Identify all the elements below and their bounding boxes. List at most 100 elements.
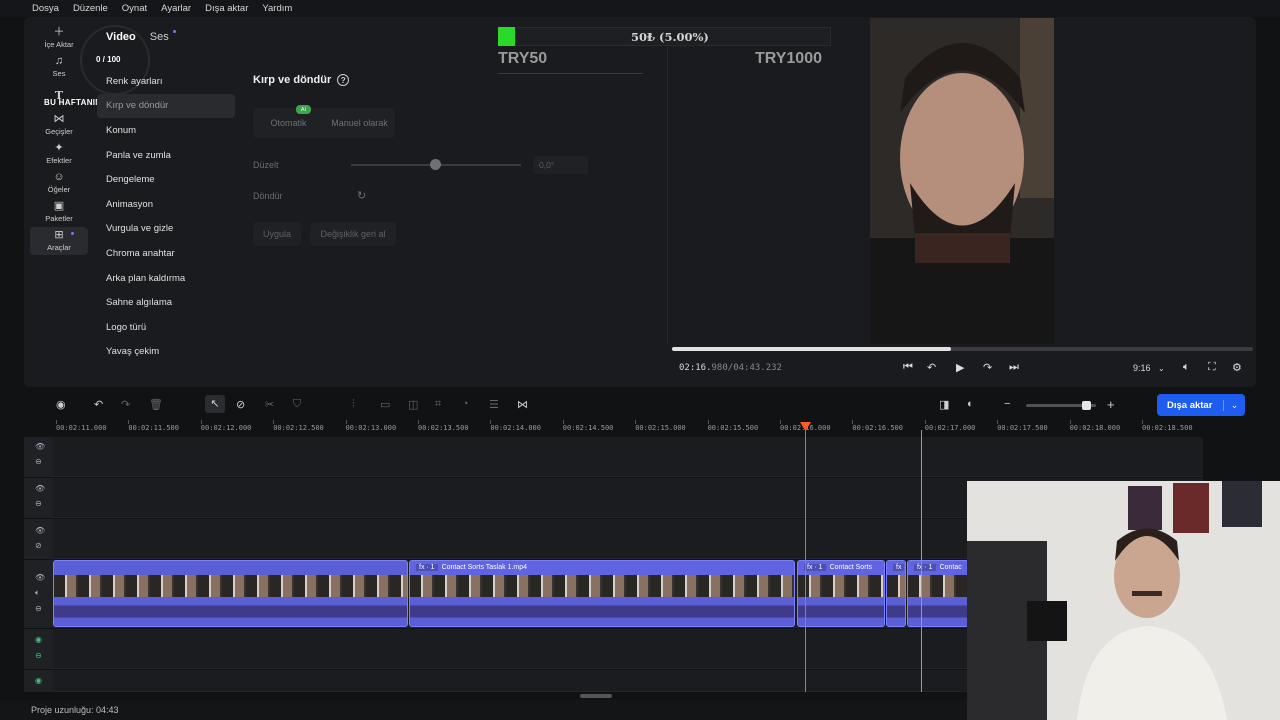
skip-forward-icon[interactable]: ⏭ (1009, 361, 1019, 374)
clip-name: Contact Sorts Taslak 1.mp4 (441, 564, 528, 571)
undo-icon[interactable]: ↶ (94, 398, 103, 411)
category-item[interactable]: Dengeleme (97, 167, 235, 192)
packages-button[interactable]: ▣ Paketler (30, 198, 88, 226)
fullscreen-icon[interactable]: ⛶ (1208, 361, 1216, 374)
step-back-icon[interactable]: ↶ (927, 361, 936, 374)
chevron-down-icon[interactable]: ⌄ (1223, 399, 1245, 411)
gear-icon[interactable]: ⚙ (1232, 361, 1242, 374)
link-icon[interactable]: ⊖ (35, 651, 42, 660)
mode-manual-button[interactable]: Manuel olarak (324, 118, 395, 128)
tab-audio[interactable]: Ses (150, 31, 169, 43)
menu-export[interactable]: Dışa aktar (205, 3, 248, 14)
step-forward-icon[interactable]: ↷ (983, 361, 992, 374)
transitions-button[interactable]: ⋈ Geçişler (30, 111, 88, 139)
video-clip[interactable]: fx (886, 560, 906, 627)
chevron-down-icon[interactable]: ⌄ (1158, 364, 1165, 373)
elements-button[interactable]: ☺ Öğeler (30, 169, 88, 197)
clip-thumbnails (908, 575, 968, 597)
audio-track-icon[interactable]: ◉ (35, 635, 42, 644)
play-icon[interactable]: ▶ (956, 361, 964, 374)
straighten-value-input[interactable]: 0,0° (533, 156, 588, 174)
category-item[interactable]: Panla ve zumla (97, 143, 235, 168)
menu-settings[interactable]: Ayarlar (161, 3, 191, 14)
speed-icon[interactable]: ◔ (462, 398, 469, 410)
category-item[interactable]: Renk ayarları (97, 69, 235, 94)
eye-icon[interactable]: 👁︎ (35, 484, 45, 493)
adjust-icon[interactable]: ☰ (489, 398, 499, 411)
category-item[interactable]: Chroma anahtar (97, 241, 235, 266)
category-item[interactable]: Vurgula ve gizle (97, 217, 235, 242)
category-item[interactable]: Kırp ve döndür (97, 93, 235, 119)
crop-icon[interactable]: ⌗ (435, 398, 441, 411)
import-button[interactable]: ＋ İçe Aktar (30, 24, 88, 52)
timeline-ruler[interactable]: 00:02:11.000 00:02:11.500 00:02:12.000 00:0… (53, 420, 1203, 436)
fx-badge: fx · 1 (416, 564, 438, 571)
preview-scrubber[interactable] (672, 347, 1253, 351)
track-lane[interactable] (53, 437, 1203, 477)
video-clip[interactable] (53, 560, 408, 627)
caption-icon[interactable]: ▭ (380, 398, 390, 411)
playhead[interactable] (805, 424, 806, 692)
zoom-in-icon[interactable]: + (1107, 397, 1115, 412)
reset-button[interactable]: Değişiklik geri al (310, 222, 396, 246)
video-clip[interactable]: fx · 1 Contact Sorts Taslak 1.mp4 (409, 560, 795, 627)
zoom-slider-knob[interactable] (1082, 401, 1091, 410)
preview-progress-fill (672, 347, 951, 351)
volume-icon[interactable]: 🔈︎ (1183, 361, 1190, 374)
category-item[interactable]: Konum (97, 118, 235, 143)
eye-icon[interactable]: 👁︎ (35, 526, 45, 535)
link-off-icon[interactable]: ⊘ (35, 541, 42, 550)
eye-icon[interactable]: 👁︎ (35, 442, 45, 451)
speaker-icon[interactable]: 🔈︎ (35, 588, 40, 598)
tools-button[interactable]: ⊞ Araçlar (30, 227, 88, 255)
category-item[interactable]: Animasyon (97, 192, 235, 217)
export-button[interactable]: Dışa aktar ⌄ (1157, 394, 1245, 416)
audio-split-icon[interactable]: ⫶ (352, 398, 355, 411)
snap-icon[interactable]: ◐ (967, 398, 974, 410)
rotate-icon[interactable]: ↻ (357, 189, 366, 202)
skip-back-icon[interactable]: ⏮ (903, 361, 913, 374)
clip-header: fx (887, 561, 905, 575)
freeze-frame-icon[interactable]: ◫ (408, 398, 418, 411)
trash-icon[interactable]: 🗑︎ (149, 398, 163, 411)
panel-title-text: Kırp ve döndür (253, 74, 332, 86)
audio-track-icon[interactable]: ◉ (35, 676, 42, 685)
split-view-icon[interactable]: ◨ (939, 398, 949, 411)
blade-disable-icon[interactable]: ⊘ (236, 398, 245, 411)
video-clip[interactable]: fx · 1 Contac (907, 560, 969, 627)
category-list: Renk ayarları Kırp ve döndür Konum Panla… (97, 69, 235, 364)
menu-file[interactable]: Dosya (32, 3, 59, 14)
menu-edit[interactable]: Düzenle (73, 3, 108, 14)
goal-underline (498, 73, 643, 74)
select-tool-icon[interactable]: ↖ (205, 395, 225, 413)
category-item[interactable]: Logo türü (97, 315, 235, 340)
effects-button[interactable]: ✦ Efektler (30, 140, 88, 168)
clip-thumbnails (410, 575, 794, 597)
shield-icon[interactable]: ⛉ (293, 398, 301, 411)
mode-auto-button[interactable]: Otomatik (253, 118, 324, 128)
zoom-out-icon[interactable]: − (1004, 398, 1010, 410)
record-icon[interactable]: ◉ (56, 398, 66, 411)
link-icon[interactable]: ⊖ (35, 499, 42, 508)
eye-icon[interactable]: 👁︎ (35, 573, 45, 582)
straighten-slider-knob[interactable] (430, 159, 441, 170)
link-icon[interactable]: ⊖ (35, 604, 42, 613)
category-item[interactable]: Yavaş çekim (97, 340, 235, 365)
video-clip[interactable]: fx · 1 Contact Sorts (797, 560, 885, 627)
transition-tool-icon[interactable]: ⋈ (517, 398, 528, 411)
category-item[interactable]: Arka plan kaldırma (97, 266, 235, 291)
link-icon[interactable]: ⊖ (35, 457, 42, 466)
help-icon[interactable]: ? (337, 74, 350, 86)
menu-help[interactable]: Yardım (262, 3, 292, 14)
clip-thumbnails (54, 575, 407, 597)
straighten-label: Düzelt (253, 160, 279, 170)
tab-video[interactable]: Video (106, 31, 136, 43)
aspect-ratio-select[interactable]: 9:16 (1133, 363, 1151, 373)
redo-icon[interactable]: ↷ (121, 398, 130, 411)
horizontal-scrollbar[interactable] (580, 694, 612, 698)
menu-play[interactable]: Oynat (122, 3, 147, 14)
preview-timecode: 02:16.980/04:43.232 (679, 363, 782, 373)
apply-button[interactable]: Uygula (253, 222, 301, 246)
scissors-icon[interactable]: ✂ (265, 398, 274, 411)
category-item[interactable]: Sahne algılama (97, 290, 235, 315)
